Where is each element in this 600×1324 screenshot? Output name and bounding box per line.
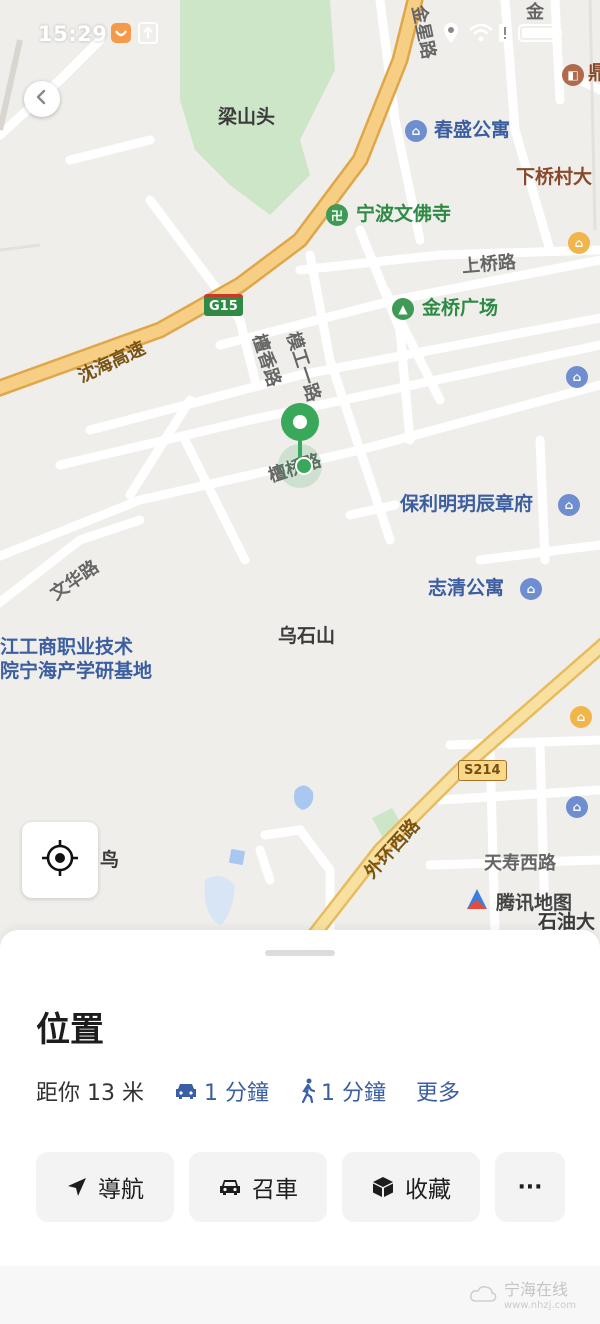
car-icon <box>174 1082 198 1100</box>
watermark-cloud-icon <box>468 1284 498 1304</box>
walk-time-text: 1 分鐘 <box>320 1081 386 1106</box>
location-marker[interactable] <box>278 402 322 492</box>
building-icon: ◧ <box>562 64 584 86</box>
tencent-map-logo: 腾讯地图 <box>464 886 572 916</box>
navigate-button[interactable]: 導航 <box>36 1152 174 1222</box>
watermark: 宁海在线 www.nhzj.com <box>468 1276 576 1311</box>
back-icon <box>34 89 50 109</box>
status-bar: 15:29 <box>0 0 600 64</box>
tencent-map-icon <box>464 886 490 916</box>
taxi-label: 召車 <box>252 1177 298 1203</box>
more-actions-button[interactable]: ··· <box>495 1152 565 1222</box>
map-label: 鸟 <box>100 849 120 871</box>
notification-icon <box>110 22 132 44</box>
map-label: 鼎 <box>588 62 600 84</box>
wifi-icon <box>468 22 493 44</box>
favorite-button[interactable]: 收藏 <box>342 1152 480 1222</box>
map-label: 金桥广场 <box>422 297 499 319</box>
map-label: 保利明玥辰章府 <box>400 493 534 515</box>
drive-time-text: 1 分鐘 <box>203 1081 269 1106</box>
map-label: 志清公寓 <box>428 577 505 599</box>
map-label: 天寿西路 <box>484 853 556 874</box>
navigate-arrow-icon <box>66 1176 88 1198</box>
highway-shield: G15 <box>204 294 243 316</box>
map-label: 金 <box>526 2 544 23</box>
more-link[interactable]: 更多 <box>416 1075 460 1107</box>
navigate-label: 導航 <box>98 1177 144 1203</box>
drive-time-link[interactable]: 1 分鐘 <box>174 1075 269 1107</box>
apartment-icon: ⌂ <box>520 578 542 600</box>
more-dots-icon: ··· <box>517 1174 543 1200</box>
map-label: 乌石山 <box>278 625 336 647</box>
sheet-drag-handle[interactable] <box>265 950 335 956</box>
place-info-row: 距你 13 米 1 分鐘 1 分鐘 更多 <box>36 1076 490 1106</box>
favorite-label: 收藏 <box>405 1177 451 1203</box>
map-label: 下桥村大 <box>516 166 593 188</box>
location-status-icon <box>442 22 464 44</box>
sheet-footer: 宁海在线 www.nhzj.com <box>0 1266 600 1324</box>
place-sheet: 位置 距你 13 米 1 分鐘 1 分鐘 更多 導航 召車 收藏 ··· 宁海在… <box>0 930 600 1324</box>
map-label: 宁波文佛寺 <box>356 203 452 225</box>
box-icon <box>371 1175 395 1199</box>
action-buttons: 導航 召車 收藏 ··· <box>36 1152 565 1222</box>
apartment-icon: ⌂ <box>405 120 427 142</box>
locate-icon <box>40 838 80 882</box>
my-location-button[interactable] <box>22 822 98 898</box>
shop-icon: ⌂ <box>570 706 592 728</box>
distance-text: 距你 13 米 <box>36 1081 144 1106</box>
walk-icon <box>299 1078 317 1104</box>
apartment-icon: ⌂ <box>566 366 588 388</box>
watermark-text: 宁海在线 <box>503 1280 568 1299</box>
temple-icon: 卍 <box>326 204 348 226</box>
map-label: 春盛公寓 <box>434 119 511 141</box>
map-label: 院宁海产学研基地 <box>0 660 153 682</box>
shop-icon: ⌂ <box>568 232 590 254</box>
place-title: 位置 <box>36 1010 104 1050</box>
map-label: 上桥路 <box>461 251 517 278</box>
watermark-url: www.nhzj.com <box>503 1300 576 1311</box>
walk-time-link[interactable]: 1 分鐘 <box>299 1075 386 1107</box>
tree-icon: ▲ <box>392 298 414 320</box>
battery-icon <box>518 22 564 44</box>
apartment-icon: ⌂ <box>558 494 580 516</box>
map-label: 江工商职业技术 <box>0 636 134 658</box>
highway-shield: S214 <box>458 760 507 781</box>
taxi-button[interactable]: 召車 <box>189 1152 327 1222</box>
status-time: 15:29 <box>38 22 108 46</box>
alert-icon <box>498 22 520 44</box>
tencent-map-text: 腾讯地图 <box>496 891 573 914</box>
taxi-icon <box>218 1177 242 1197</box>
back-button[interactable] <box>24 81 60 117</box>
map-label: 梁山头 <box>218 106 276 128</box>
apartment-icon: ⌂ <box>566 796 588 818</box>
upload-icon <box>138 22 160 44</box>
map-view[interactable]: 15:29 梁山头 ⌂ 春盛公寓 下桥村大 ◧ 鼎 卍 宁波文佛寺 ⌂ 上桥路 … <box>0 0 600 950</box>
